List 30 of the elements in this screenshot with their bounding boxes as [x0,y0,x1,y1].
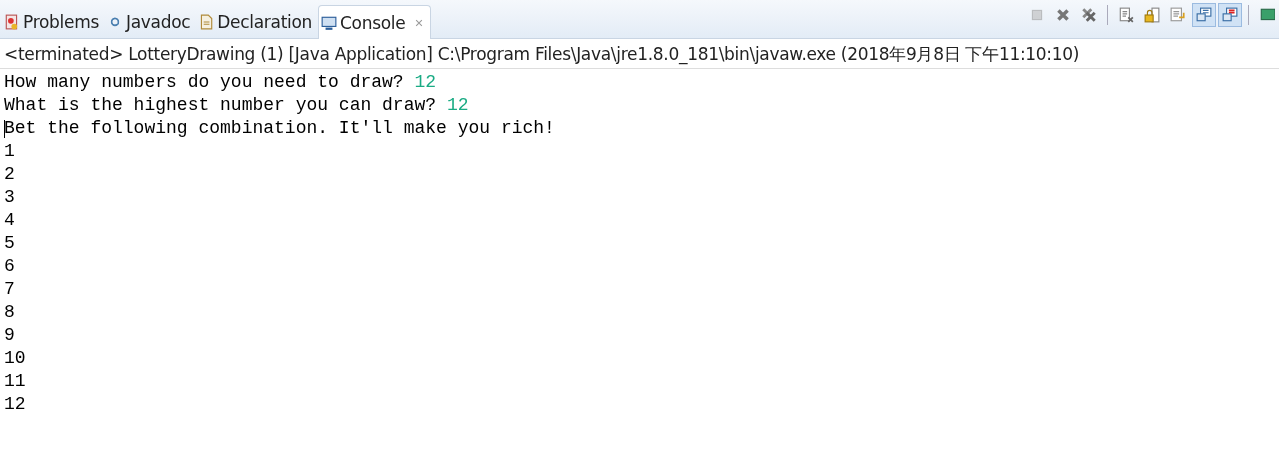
console-output: 12 [4,393,26,416]
input-text: 12 [414,71,437,94]
close-icon[interactable] [414,17,425,28]
console-prompt: What is the highest number you can draw? [4,94,438,117]
console-header: <terminated> LotteryDrawing (1) [Java Application] C:\Program Files\Java\jre1.8.0_181\bin\javaw.exe (2018年9月8日 下午11:10:10) [0,39,1279,69]
document-icon [198,14,215,30]
console-output: Bet the following combination. It'll make you rich! [4,117,555,140]
x-icon[interactable] [1055,7,1071,23]
double-x-icon[interactable] [1081,7,1097,23]
console-output: 11 [4,370,26,393]
tab[interactable]: Console [318,5,432,39]
console-output: 8 [4,301,15,324]
input-text: 12 [446,94,469,117]
console-output: 3 [4,186,15,209]
console-output: 6 [4,255,15,278]
tab[interactable]: Problems [2,6,105,38]
console-output: 1 [4,140,15,163]
console-output: 7 [4,278,15,301]
wrap-icon[interactable] [1170,7,1186,23]
lock-icon[interactable] [1144,7,1160,23]
console-output: 2 [4,163,15,186]
console-output: 9 [4,324,15,347]
console-output: 4 [4,209,15,232]
console-output: 5 [4,232,15,255]
tab[interactable]: Javadoc [104,6,197,38]
problems-icon [4,14,20,30]
console-output: 10 [4,347,26,370]
console-prompt: How many numbers do you need to draw? [4,71,405,94]
tab[interactable]: Declaration [196,6,319,38]
clear-document-icon[interactable] [1118,7,1134,23]
